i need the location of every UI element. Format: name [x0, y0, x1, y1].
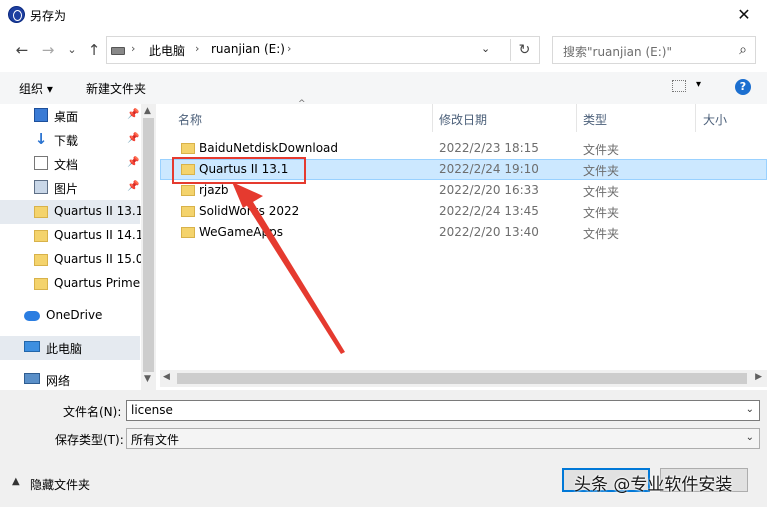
filename-value: license: [131, 403, 173, 417]
breadcrumb-drive[interactable]: ruanjian (E:): [211, 42, 285, 56]
chevron-down-icon[interactable]: ⌄: [746, 432, 754, 443]
filetype-label: 保存类型(T):: [55, 433, 124, 447]
pin-icon: 📌: [127, 133, 140, 144]
back-button[interactable]: ←: [12, 40, 32, 60]
sidebar-item-pictures[interactable]: 图片 📌: [0, 176, 140, 200]
forward-button[interactable]: →: [38, 40, 58, 60]
watermark-text: 头条 @专业软件安装: [574, 475, 733, 495]
pin-icon: 📌: [127, 181, 140, 192]
sidebar-item-label: 图片: [54, 182, 79, 196]
recent-locations-button[interactable]: ⌄: [62, 40, 82, 60]
sidebar-item-onedrive[interactable]: OneDrive: [0, 304, 140, 328]
view-options-icon[interactable]: [672, 80, 686, 92]
help-icon[interactable]: ?: [735, 79, 751, 95]
organize-button[interactable]: 组织 ▾: [19, 80, 53, 97]
sidebar-item-label: Quartus II 15.0: [54, 252, 144, 266]
search-placeholder: 搜索"ruanjian (E:)": [563, 45, 672, 59]
breadcrumb-separator[interactable]: ›: [131, 42, 135, 55]
collapse-icon[interactable]: ▲: [12, 476, 20, 487]
address-bar[interactable]: › 此电脑 › ruanjian (E:) › ⌄ ↻: [106, 36, 540, 64]
hide-folders-button[interactable]: 隐藏文件夹: [30, 476, 90, 493]
title-bar: 另存为 ✕: [0, 0, 767, 30]
scroll-right-icon[interactable]: ▶: [755, 372, 762, 382]
window-title: 另存为: [30, 9, 67, 23]
navigation-pane: 桌面 📌 ↓ 下载 📌 文档 📌 图片 📌 Quartus II 13.1 Qu…: [0, 104, 156, 390]
up-button[interactable]: ↑: [84, 40, 104, 60]
pin-icon: 📌: [127, 157, 140, 168]
scroll-down-icon[interactable]: ▼: [144, 374, 151, 384]
annotation-arrow: [232, 182, 345, 354]
breadcrumb-separator[interactable]: ›: [195, 42, 199, 55]
folder-icon: [34, 206, 48, 218]
this-pc-icon: [24, 341, 40, 352]
search-input[interactable]: 搜索"ruanjian (E:)" ⌕: [552, 36, 756, 64]
sidebar-item-documents[interactable]: 文档 📌: [0, 152, 140, 176]
filetype-value: 所有文件: [131, 433, 180, 447]
close-button[interactable]: ✕: [721, 0, 767, 30]
file-list: ^ 名称 修改日期 类型 大小 BaiduNetdiskDownload 202…: [160, 99, 767, 370]
sidebar-item-desktop[interactable]: 桌面 📌: [0, 104, 140, 128]
scroll-up-icon[interactable]: ▲: [144, 106, 151, 116]
refresh-button[interactable]: ↻: [510, 39, 538, 61]
filename-label: 文件名(N):: [63, 405, 122, 419]
folder-icon: [34, 230, 48, 242]
sidebar-item-quartus-13[interactable]: Quartus II 13.1: [0, 200, 144, 224]
scrollbar-thumb[interactable]: [143, 118, 154, 372]
sidebar-item-network[interactable]: 网络: [0, 368, 140, 390]
sidebar-item-quartus-15[interactable]: Quartus II 15.0: [0, 248, 144, 272]
download-icon: ↓: [34, 130, 48, 148]
sidebar-item-label: Quartus II 14.1: [54, 228, 144, 242]
sidebar-item-label: Quartus II 13.1: [54, 204, 144, 218]
filetype-select[interactable]: 所有文件 ⌄: [126, 428, 760, 449]
pin-icon: 📌: [127, 109, 140, 120]
horizontal-scrollbar[interactable]: ◀ ▶: [160, 370, 767, 387]
sidebar-item-label: 文档: [54, 158, 79, 172]
pictures-icon: [34, 180, 48, 194]
onedrive-icon: [24, 311, 40, 321]
sidebar-item-label: 桌面: [54, 110, 79, 124]
breadcrumb-separator[interactable]: ›: [287, 42, 291, 55]
sidebar-item-label: 下载: [54, 134, 79, 148]
drive-icon: [111, 47, 125, 55]
folder-icon: [34, 254, 48, 266]
save-form: 文件名(N): license ⌄ 保存类型(T): 所有文件 ⌄ ▲ 隐藏文件…: [0, 390, 767, 507]
scrollbar-thumb[interactable]: [177, 373, 747, 384]
filename-field[interactable]: license ⌄: [126, 400, 760, 421]
folder-icon: [34, 278, 48, 290]
sidebar-item-quartus-14[interactable]: Quartus II 14.1: [0, 224, 144, 248]
sidebar-scrollbar[interactable]: ▲ ▼: [141, 104, 156, 390]
sidebar-item-label: Quartus Prime: [54, 276, 141, 290]
view-dropdown-icon[interactable]: ▾: [696, 79, 701, 90]
breadcrumb-this-pc[interactable]: 此电脑: [149, 42, 185, 59]
sidebar-item-label: 网络: [46, 374, 71, 388]
network-icon: [24, 373, 40, 384]
sidebar-item-label: OneDrive: [46, 308, 103, 322]
sidebar-item-this-pc[interactable]: 此电脑: [0, 336, 140, 360]
desktop-icon: [34, 108, 48, 122]
chevron-down-icon[interactable]: ⌄: [746, 404, 754, 415]
new-folder-button[interactable]: 新建文件夹: [86, 80, 146, 97]
navigation-bar: ← → ⌄ ↑ › 此电脑 › ruanjian (E:) › ⌄ ↻ 搜索"r…: [0, 30, 767, 70]
sidebar-item-quartus-prime[interactable]: Quartus Prime: [0, 272, 140, 296]
search-icon[interactable]: ⌕: [739, 42, 747, 58]
app-icon: [8, 6, 25, 23]
sidebar-item-downloads[interactable]: ↓ 下载 📌: [0, 128, 140, 152]
document-icon: [34, 156, 48, 170]
command-toolbar: 组织 ▾ 新建文件夹 ▾ ?: [0, 72, 767, 104]
scroll-left-icon[interactable]: ◀: [163, 372, 170, 382]
address-dropdown-icon[interactable]: ⌄: [481, 42, 490, 55]
sidebar-item-label: 此电脑: [46, 342, 83, 356]
